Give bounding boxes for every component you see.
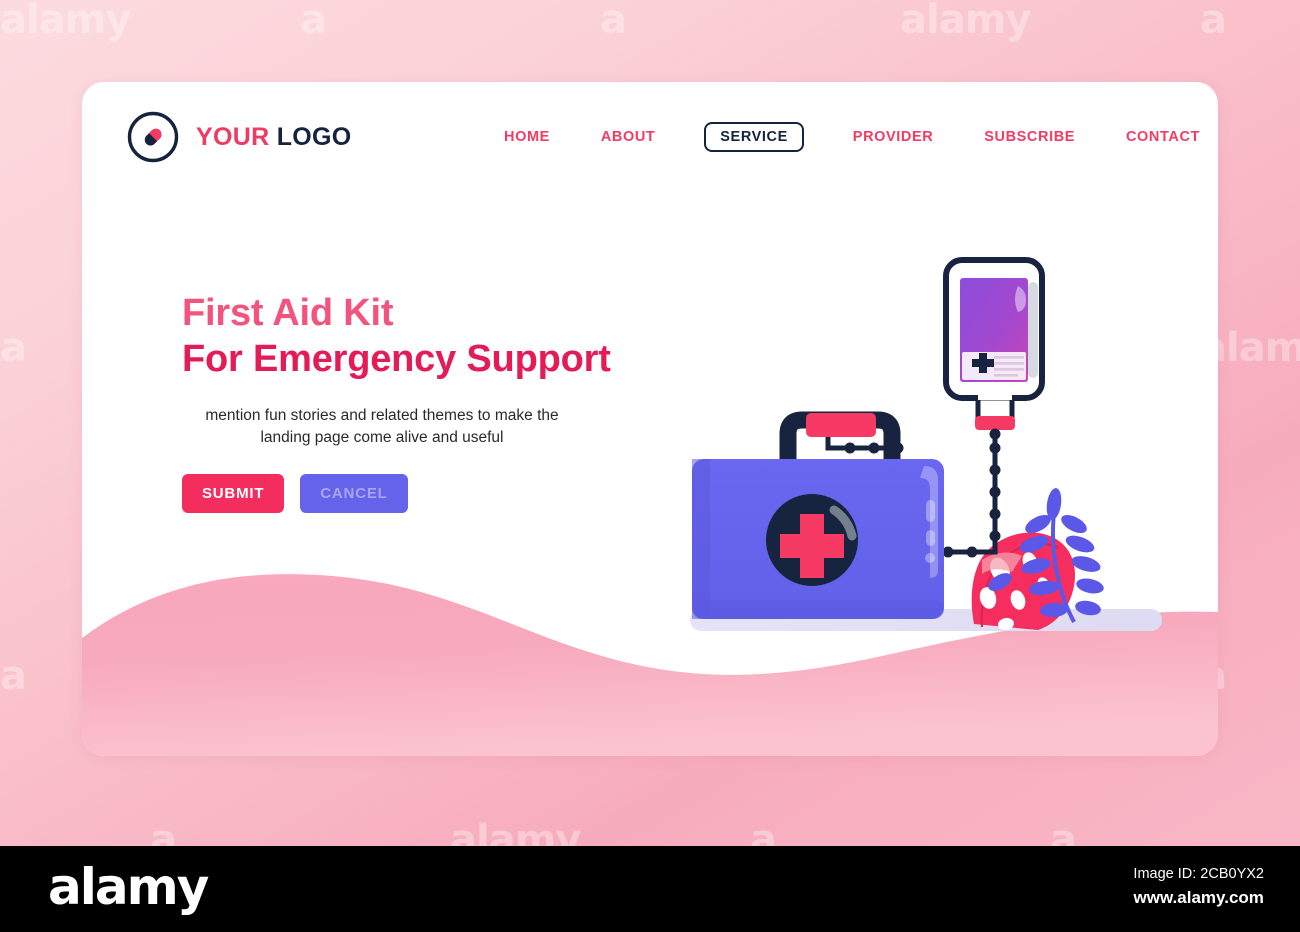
hero-section: First Aid Kit For Emergency Support ment… bbox=[182, 290, 742, 513]
watermark-text: a bbox=[0, 653, 27, 699]
submit-button[interactable]: SUBMIT bbox=[182, 473, 285, 513]
nav-item-contact[interactable]: CONTACT bbox=[1124, 126, 1202, 148]
nav-item-home[interactable]: HOME bbox=[502, 126, 552, 148]
site-header: YOUR LOGO HOME ABOUT SERVICE PROVIDER SU… bbox=[82, 82, 1218, 192]
watermark-text: alamy bbox=[900, 0, 1031, 43]
image-id-text: Image ID: 2CB0YX2 bbox=[1133, 866, 1264, 882]
hero-actions: SUBMIT CANCEL bbox=[182, 473, 742, 513]
kit-handle bbox=[779, 411, 901, 475]
alamy-url: www.alamy.com bbox=[1133, 887, 1264, 907]
watermark-text: a bbox=[300, 0, 327, 43]
brand-logo[interactable]: YOUR LOGO bbox=[126, 110, 352, 164]
watermark-text: a bbox=[150, 817, 177, 846]
main-navigation: HOME ABOUT SERVICE PROVIDER SUBSCRIBE CO… bbox=[502, 116, 1202, 158]
landing-page-card: YOUR LOGO HOME ABOUT SERVICE PROVIDER SU… bbox=[82, 82, 1218, 756]
iv-bag bbox=[943, 257, 1045, 430]
page-title-line-2: For Emergency Support bbox=[182, 338, 611, 381]
footer-info: Image ID: 2CB0YX2 www.alamy.com bbox=[1133, 864, 1264, 910]
watermark-text: a bbox=[1200, 0, 1227, 43]
nav-item-subscribe[interactable]: SUBSCRIBE bbox=[982, 126, 1077, 148]
alamy-footer-bar: alamy Image ID: 2CB0YX2 www.alamy.com bbox=[0, 846, 1300, 932]
screenshot-stage: aalamyaaalamyaalamyaaalamyaaaaalamyaaala… bbox=[0, 0, 1300, 932]
watermark-text: alamy bbox=[0, 0, 131, 43]
page-title-line-1: First Aid Kit bbox=[182, 292, 394, 334]
medical-cross-emblem bbox=[766, 494, 858, 586]
watermark-text: a bbox=[0, 325, 27, 371]
watermark-text: a bbox=[750, 817, 777, 846]
alamy-logo: alamy bbox=[48, 858, 209, 916]
cancel-button[interactable]: CANCEL bbox=[300, 473, 408, 513]
watermark-text: a bbox=[1050, 817, 1077, 846]
watermark-text: a bbox=[600, 0, 627, 43]
brand-text: YOUR LOGO bbox=[196, 123, 352, 152]
nav-item-provider[interactable]: PROVIDER bbox=[851, 126, 936, 148]
nav-item-about[interactable]: ABOUT bbox=[599, 126, 658, 148]
nav-item-service[interactable]: SERVICE bbox=[704, 122, 804, 152]
brand-word-logo: LOGO bbox=[276, 122, 352, 151]
hero-description: mention fun stories and related themes t… bbox=[205, 406, 559, 447]
first-aid-kit-illustration bbox=[690, 257, 1162, 631]
brand-word-your: YOUR bbox=[196, 122, 270, 151]
watermark-text: alamy bbox=[450, 817, 581, 846]
pill-capsule-in-circle-icon bbox=[127, 111, 179, 163]
